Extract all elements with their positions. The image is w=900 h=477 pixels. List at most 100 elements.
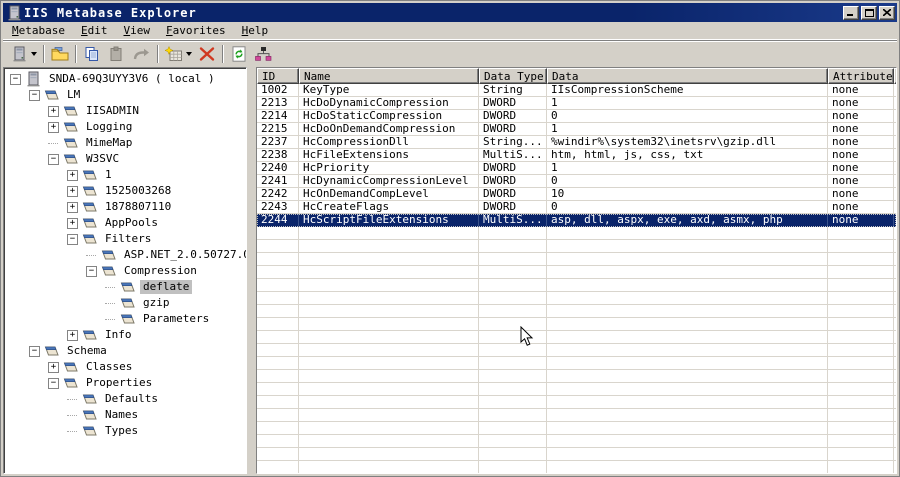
panel-splitter[interactable] [247,67,256,474]
maximize-button[interactable] [861,5,877,20]
table-row[interactable]: 2213 HcDoDynamicCompression DWORD 1 none [257,97,896,110]
empty-cell-filler [894,292,896,305]
delete-button[interactable] [195,43,219,65]
folder-icon [51,46,69,62]
close-button[interactable] [879,5,895,20]
table-row[interactable]: 2241 HcDynamicCompressionLevel DWORD 0 none [257,175,896,188]
tree-item-deflate[interactable]: deflate [140,280,193,294]
empty-cell [479,396,547,409]
newkey-icon [164,45,183,62]
table-row[interactable]: 1002 KeyType String IIsCompressionScheme non… [257,84,896,97]
table-cell-filler [894,162,896,175]
tree-item-parameters[interactable]: Parameters [140,312,212,326]
tree-item-defaults[interactable]: Defaults [102,392,161,406]
table-cell: 1002 [257,84,299,97]
table-cell: HcCreateFlags [299,201,479,214]
tree-item-lm[interactable]: LM [64,88,83,102]
expand-icon[interactable]: + [67,185,78,197]
empty-cell-filler [894,305,896,318]
menu-label-rest: avorites [172,24,226,37]
tree-item-compression[interactable]: Compression [121,264,200,278]
column-header-data-type[interactable]: Data Type [479,68,547,84]
view-tree-button[interactable] [251,43,275,65]
tree-item-snda-69q3uyy3v6-local-[interactable]: SNDA-69Q3UYY3V6 ( local ) [46,72,218,86]
empty-cell [299,383,479,396]
menu-view[interactable]: View [115,22,158,39]
column-header-attributes[interactable]: Attributes [828,68,894,84]
collapse-icon[interactable]: − [29,89,40,101]
tree-item-apppools[interactable]: AppPools [102,216,161,230]
empty-table-row [257,227,896,240]
column-header-id[interactable]: ID [257,68,299,84]
expand-icon[interactable]: + [67,169,78,181]
empty-cell-filler [894,357,896,370]
tree-item-iisadmin[interactable]: IISADMIN [83,104,142,118]
menu-metabase[interactable]: Metabase [4,22,73,39]
expand-icon[interactable]: + [67,217,78,229]
tree-item-logging[interactable]: Logging [83,120,135,134]
table-row[interactable]: 2244 HcScriptFileExtensions MultiS... asp, … [257,214,896,227]
tree-item-w3svc[interactable]: W3SVC [83,152,122,166]
empty-cell [479,409,547,422]
tree-item-types[interactable]: Types [102,424,141,438]
column-header-name[interactable]: Name [299,68,479,84]
copy-button[interactable] [80,43,104,65]
empty-cell [299,461,479,473]
toolbar [3,40,897,67]
tree-item-classes[interactable]: Classes [83,360,135,374]
expand-icon[interactable]: + [48,105,59,117]
menu-help[interactable]: Help [234,22,277,39]
dropdown-arrow-icon[interactable] [186,52,192,56]
minimize-button[interactable] [843,5,859,20]
table-row[interactable]: 2237 HcCompressionDll String... %windir%\sy… [257,136,896,149]
connect-server-button[interactable] [7,43,40,65]
empty-cell [828,292,894,305]
dropdown-arrow-icon[interactable] [31,52,37,56]
tree-item-gzip[interactable]: gzip [140,296,173,310]
expand-icon[interactable]: + [67,201,78,213]
empty-cell [828,344,894,357]
refresh-button[interactable] [227,43,251,65]
expand-icon[interactable]: + [48,121,59,133]
table-row[interactable]: 2238 HcFileExtensions MultiS... htm, html, … [257,149,896,162]
new-key-button[interactable] [162,43,195,65]
table-cell-filler [894,123,896,136]
table-cell-filler [894,175,896,188]
expand-icon[interactable]: + [48,361,59,373]
tree-item-names[interactable]: Names [102,408,141,422]
tree-item-1525003268[interactable]: 1525003268 [102,184,174,198]
collapse-icon[interactable]: − [67,233,78,245]
table-row[interactable]: 2215 HcDoOnDemandCompression DWORD 1 none [257,123,896,136]
tree-item-1[interactable]: 1 [102,168,115,182]
table-cell: 1 [547,162,828,175]
collapse-icon[interactable]: − [86,265,97,277]
menu-edit[interactable]: Edit [73,22,116,39]
tree-item-schema[interactable]: Schema [64,344,110,358]
tree-item-properties[interactable]: Properties [83,376,155,390]
table-row[interactable]: 2243 HcCreateFlags DWORD 0 none [257,201,896,214]
column-header-data[interactable]: Data [547,68,828,84]
key-icon [62,152,79,166]
table-row[interactable]: 2242 HcOnDemandCompLevel DWORD 10 none [257,188,896,201]
menu-favorites[interactable]: Favorites [158,22,234,39]
table-cell: DWORD [479,162,547,175]
collapse-icon[interactable]: − [10,73,21,85]
collapse-icon[interactable]: − [48,377,59,389]
tree-item-asp-net-2-0-50727-0[interactable]: ASP.NET_2.0.50727.0 [121,248,246,262]
table-row[interactable]: 2240 HcPriority DWORD 1 none [257,162,896,175]
table-row[interactable]: 2214 HcDoStaticCompression DWORD 0 none [257,110,896,123]
tree-item-info[interactable]: Info [102,328,135,342]
tree-item-1878807110[interactable]: 1878807110 [102,200,174,214]
tree-row: + Info [6,327,246,343]
title-bar: IIS Metabase Explorer [3,3,897,22]
expand-icon[interactable]: + [67,329,78,341]
tree-row: − Filters [6,231,246,247]
collapse-icon[interactable]: − [29,345,40,357]
key-icon [62,376,79,390]
empty-table-row [257,344,896,357]
empty-cell [547,422,828,435]
collapse-icon[interactable]: − [48,153,59,165]
export-button[interactable] [48,43,72,65]
tree-item-filters[interactable]: Filters [102,232,154,246]
tree-item-mimemap[interactable]: MimeMap [83,136,135,150]
